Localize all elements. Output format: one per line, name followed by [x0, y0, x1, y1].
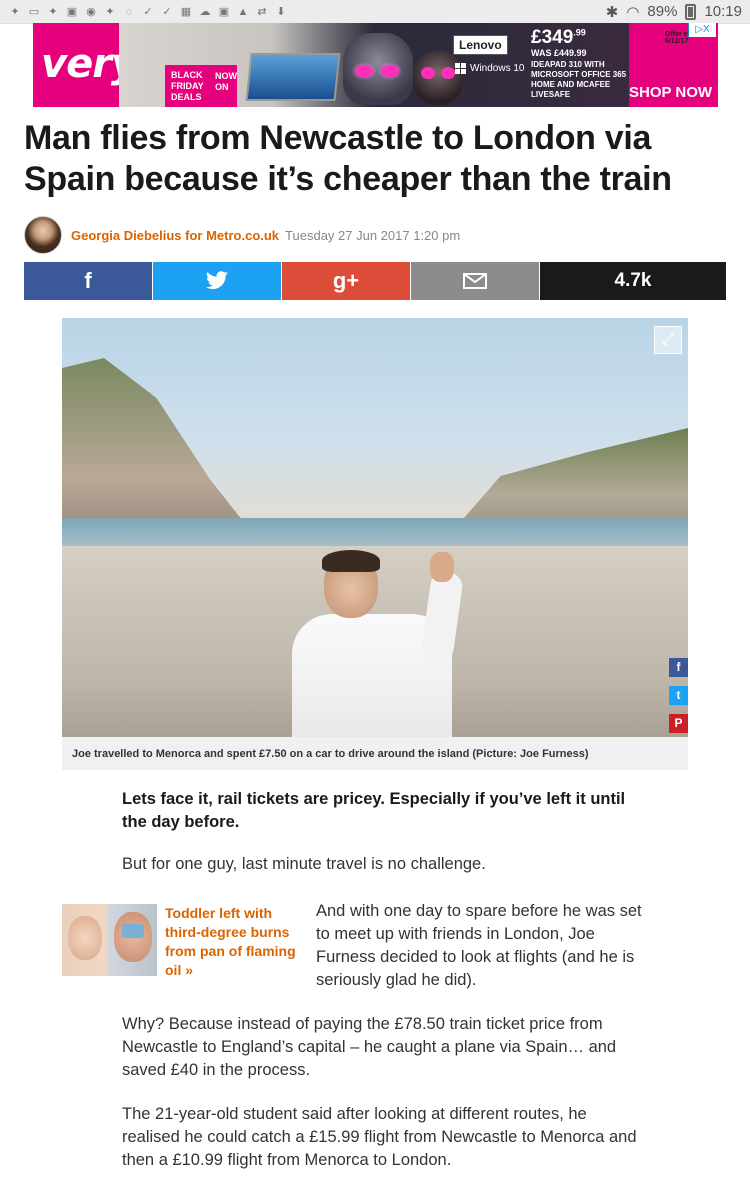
system-tray: ✱ ◠ 89% 10:19	[606, 3, 742, 21]
email-share-button[interactable]	[411, 262, 540, 300]
battery-icon	[685, 3, 697, 20]
photo-person	[292, 550, 482, 737]
bluetooth-icon: ✱	[605, 3, 619, 21]
ad-shop-now-button[interactable]: SHOP NOW	[629, 84, 718, 101]
ad-spec: IDEAPAD 310 WITH MICROSOFT OFFICE 365 HO…	[531, 60, 627, 99]
related-article-link[interactable]: Toddler left with third-degree burns fro…	[62, 904, 302, 978]
ad-price: £349.99	[531, 27, 586, 49]
ad-windows-badge: Windows 10	[455, 63, 524, 74]
ad-dog-image	[343, 33, 413, 105]
goggle-right	[381, 65, 399, 77]
goggle-left	[355, 65, 373, 77]
thumb-face-1	[68, 916, 102, 960]
windows-icon	[455, 63, 466, 74]
paragraph: But for one guy, last minute travel is n…	[122, 855, 486, 873]
image-pinterest-share-button[interactable]: P	[669, 714, 688, 733]
twitter-icon: ✦	[10, 5, 20, 18]
ad-bf-now-text: NOW	[215, 71, 237, 81]
photo-icon: ▣	[218, 5, 230, 18]
envelope-icon	[463, 273, 487, 289]
status-bar: ✦ ▭ ✦ ▣ ◉ ✦ ◌ ✓ ✓ ▦ ☁ ▣ ▲ ⇄ ⬇ ✱ ◠ 89% 10…	[0, 0, 750, 24]
ad-price-pence: .99	[573, 27, 586, 38]
publish-date: Tuesday 27 Jun 2017 1:20 pm	[285, 227, 461, 243]
twitter-icon	[205, 271, 228, 289]
ad-banner[interactable]: very BLACK FRIDAY DEALS NOW ON Lenovo Win…	[33, 23, 718, 107]
share-count: 4.7k	[540, 262, 726, 300]
paragraph: The 21-year-old student said after looki…	[122, 1105, 637, 1169]
ad-price-main: £349	[531, 27, 574, 48]
twitter-icon: ✦	[105, 5, 115, 18]
person-hair	[322, 550, 380, 572]
goggle-right	[441, 67, 455, 79]
sync-icon: ⇄	[257, 5, 267, 18]
image-twitter-share-button[interactable]: t	[669, 686, 688, 705]
author-avatar	[24, 216, 62, 254]
image-icon: ▦	[180, 5, 192, 18]
twitter-icon: ✦	[48, 5, 58, 18]
facebook-icon: f	[84, 268, 92, 293]
lead-paragraph: Lets face it, rail tickets are pricey. E…	[122, 790, 626, 831]
related-article-thumbnail	[62, 904, 157, 976]
share-bar: f g+ 4.7k	[24, 262, 726, 300]
drive-icon: ▲	[237, 5, 249, 18]
messenger-icon: ◌	[125, 5, 133, 18]
goggle-left	[421, 67, 435, 79]
article-figure: ⤢ Joe travelled to Menorca and spent £7.…	[62, 318, 688, 770]
photo-icon: ▣	[66, 5, 78, 18]
image-facebook-share-button[interactable]: f	[669, 658, 688, 677]
clock: 10:19	[704, 3, 742, 20]
ad-bf-now: NOW ON	[215, 71, 237, 93]
wifi-icon: ◠	[626, 3, 640, 21]
photo-sea	[62, 518, 688, 548]
thumb-bandage	[122, 924, 144, 938]
check-icon: ✓	[162, 5, 172, 18]
article-headline: Man flies from Newcastle to London via S…	[24, 119, 672, 198]
person-arm	[419, 570, 465, 664]
cast-icon: ▭	[28, 5, 40, 18]
article-photo[interactable]: ⤢	[62, 318, 688, 737]
facebook-share-button[interactable]: f	[24, 262, 153, 300]
ad-lenovo-logo: Lenovo	[453, 35, 508, 55]
twitter-share-button[interactable]	[153, 262, 282, 300]
related-article-title[interactable]: Toddler left with third-degree burns fro…	[165, 904, 302, 980]
check-icon: ✓	[143, 5, 153, 18]
ad-was-price: WAS £449.99	[531, 48, 587, 58]
googleplus-share-button[interactable]: g+	[282, 262, 411, 300]
author-link[interactable]: Georgia Diebelius for Metro.co.uk	[71, 228, 279, 243]
image-caption: Joe travelled to Menorca and spent £7.50…	[72, 748, 589, 760]
ad-laptop-image	[245, 53, 341, 101]
ad-cat-image	[413, 51, 463, 105]
ad-bf-on-text: ON	[215, 82, 229, 92]
ad-black-friday-badge: BLACK FRIDAY DEALS NOW ON	[165, 65, 237, 107]
person-hand	[430, 552, 454, 582]
notification-icons: ✦ ▭ ✦ ▣ ◉ ✦ ◌ ✓ ✓ ▦ ☁ ▣ ▲ ⇄ ⬇	[8, 6, 288, 18]
expand-icon[interactable]: ⤢	[654, 326, 682, 354]
paragraph: Why? Because instead of paying the £78.5…	[122, 1015, 617, 1079]
ad-choices-icon[interactable]: ▷X	[688, 23, 716, 37]
cloud-icon: ☁	[199, 5, 211, 18]
paragraph: And with one day to spare before he was …	[316, 902, 642, 989]
byline: Georgia Diebelius for Metro.co.uk Tuesda…	[24, 214, 460, 256]
ad-bf-line3: DEALS	[171, 92, 202, 102]
news-icon: ◉	[86, 5, 96, 18]
download-icon: ⬇	[276, 5, 286, 18]
ad-windows-text: Windows 10	[470, 63, 525, 74]
battery-percent: 89%	[647, 3, 678, 20]
googleplus-icon: g+	[332, 268, 360, 293]
